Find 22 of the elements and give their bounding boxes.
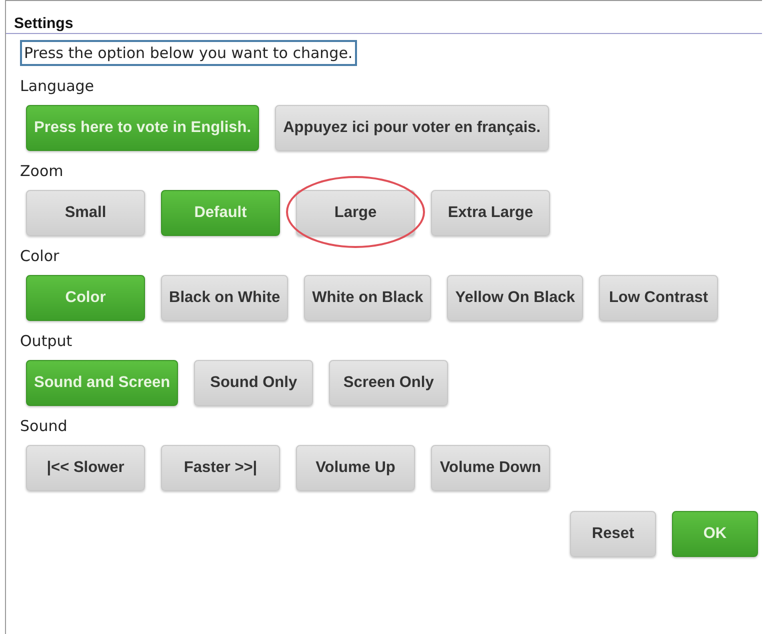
option-button[interactable]: Low Contrast [598, 275, 718, 321]
section-label: Color [20, 247, 60, 265]
option-button[interactable]: Extra Large [431, 190, 550, 236]
window-title: Settings [6, 1, 762, 34]
instruction-text: Press the option below you want to change. [20, 40, 357, 66]
reset-button[interactable]: Reset [570, 511, 656, 557]
section-label: Zoom [20, 162, 64, 180]
option-button[interactable]: Faster >>| [161, 445, 280, 491]
option-button[interactable]: Screen Only [329, 360, 448, 406]
option-button[interactable]: Appuyez ici pour voter en français. [275, 105, 549, 151]
option-button[interactable]: Large [296, 190, 415, 236]
option-button[interactable]: Volume Up [296, 445, 415, 491]
option-button[interactable]: Yellow On Black [447, 275, 583, 321]
option-button[interactable]: Volume Down [431, 445, 550, 491]
section-label: Language [20, 77, 96, 95]
option-button[interactable]: White on Black [304, 275, 432, 321]
option-button[interactable]: Black on White [161, 275, 288, 321]
option-button[interactable]: |<< Slower [26, 445, 145, 491]
section-label: Output [20, 332, 74, 350]
option-button[interactable]: Small [26, 190, 145, 236]
section-label: Sound [20, 417, 68, 435]
option-button[interactable]: Sound Only [194, 360, 314, 406]
